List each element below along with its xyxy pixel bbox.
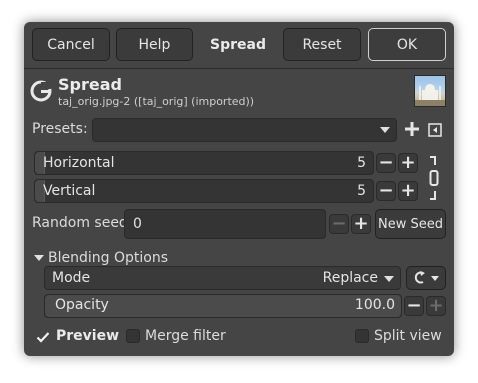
- mode-value: Replace: [322, 270, 378, 286]
- expander-arrow-icon: [34, 254, 44, 261]
- opacity-label: Opacity: [55, 297, 109, 313]
- vertical-increment-button[interactable]: +: [398, 181, 418, 201]
- mode-label: Mode: [52, 270, 91, 286]
- filter-source: taj_orig.jpg-2 ([taj_orig] (imported)): [58, 95, 255, 108]
- help-button[interactable]: Help: [116, 28, 193, 61]
- random-seed-increment-button[interactable]: +: [351, 214, 371, 234]
- filter-name: Spread: [58, 75, 122, 94]
- reset-button[interactable]: Reset: [283, 28, 361, 61]
- opacity-decrement-button[interactable]: −: [404, 296, 424, 316]
- merge-filter-label: Merge filter: [145, 328, 226, 344]
- chain-link-icon[interactable]: [427, 155, 441, 201]
- random-seed-decrement-button[interactable]: −: [329, 214, 349, 234]
- ok-button[interactable]: OK: [368, 28, 446, 61]
- split-view-label: Split view: [374, 328, 442, 344]
- opacity-slider[interactable]: Opacity 100.0: [44, 294, 402, 318]
- random-seed-value: 0: [133, 216, 142, 232]
- image-thumbnail: [414, 75, 446, 107]
- preview-label: Preview: [56, 328, 120, 344]
- presets-menu-icon[interactable]: [428, 122, 442, 137]
- random-seed-label: Random seed: [32, 215, 128, 231]
- swap-arrows-icon: [414, 271, 439, 284]
- horizontal-value: 5: [357, 155, 366, 171]
- split-view-checkbox[interactable]: [355, 329, 369, 343]
- vertical-slider[interactable]: Vertical 5: [34, 179, 374, 203]
- chevron-down-icon: [384, 276, 394, 282]
- preview-toggle[interactable]: Preview: [34, 326, 134, 348]
- cancel-button[interactable]: Cancel: [32, 28, 110, 61]
- random-seed-input[interactable]: 0: [124, 209, 326, 239]
- composite-mode-button[interactable]: [406, 266, 446, 290]
- horizontal-slider[interactable]: Horizontal 5: [34, 151, 374, 175]
- add-preset-icon[interactable]: [404, 121, 420, 137]
- gegl-logo-icon: [30, 80, 52, 102]
- presets-label: Presets:: [32, 121, 88, 137]
- dialog-title: Spread: [210, 36, 266, 53]
- horizontal-increment-button[interactable]: +: [398, 153, 418, 173]
- blending-options-expander[interactable]: Blending Options: [34, 250, 194, 266]
- checkmark-icon: [36, 332, 50, 343]
- spread-dialog: Cancel Help Spread Reset OK Spread taj_o…: [24, 22, 454, 356]
- presets-dropdown[interactable]: [92, 118, 397, 142]
- new-seed-button[interactable]: New Seed: [375, 209, 446, 239]
- opacity-value: 100.0: [354, 297, 395, 313]
- header-divider: [24, 68, 454, 69]
- vertical-value: 5: [357, 183, 366, 199]
- chevron-down-icon: [380, 127, 390, 133]
- horizontal-decrement-button[interactable]: −: [376, 153, 396, 173]
- mode-dropdown[interactable]: Mode Replace: [44, 266, 401, 290]
- blending-options-label: Blending Options: [48, 250, 168, 266]
- opacity-increment-button[interactable]: +: [426, 296, 446, 316]
- vertical-label: Vertical: [43, 183, 96, 199]
- horizontal-label: Horizontal: [43, 155, 115, 171]
- merge-filter-checkbox[interactable]: [126, 329, 140, 343]
- vertical-decrement-button[interactable]: −: [376, 181, 396, 201]
